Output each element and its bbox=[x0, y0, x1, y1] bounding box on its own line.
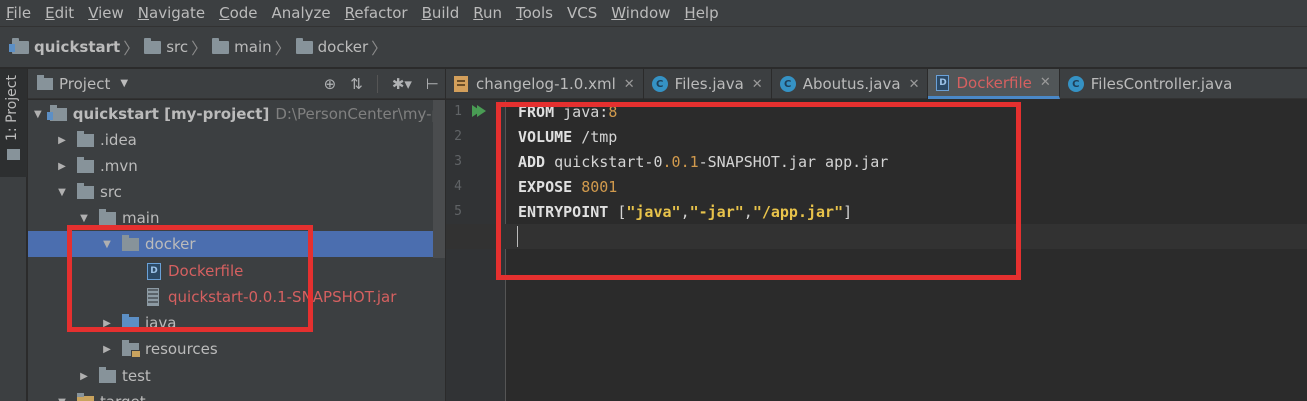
excluded-folder-icon bbox=[77, 392, 94, 401]
menu-vcs[interactable]: VCS bbox=[567, 4, 597, 22]
tab-files-java[interactable]: C Files.java ✕ bbox=[644, 69, 772, 99]
tab-dockerfile[interactable]: D Dockerfile ✕ bbox=[928, 69, 1060, 99]
breadcrumb-item-docker[interactable]: docker bbox=[295, 37, 368, 56]
hide-panel-icon[interactable]: ⊢ bbox=[426, 75, 439, 93]
locate-file-icon[interactable]: ⊕ bbox=[324, 75, 337, 93]
collapsed-arrow-icon[interactable]: ▶ bbox=[77, 371, 91, 382]
folder-icon bbox=[212, 37, 230, 54]
tree-item-src[interactable]: ▼ src bbox=[28, 179, 445, 205]
line-number: 3 bbox=[454, 154, 462, 169]
folder-icon bbox=[99, 208, 116, 225]
collapsed-arrow-icon[interactable]: ▶ bbox=[55, 161, 69, 172]
breadcrumb: quickstart 〉 src 〉 main 〉 docker 〉 bbox=[0, 26, 1307, 68]
breadcrumb-separator-icon: 〉 bbox=[191, 39, 208, 58]
tab-filescontroller-java[interactable]: C FilesController.java bbox=[1060, 69, 1241, 99]
expanded-arrow-icon[interactable]: ▼ bbox=[55, 397, 69, 401]
project-panel-header: Project ▼ ⊕ ⇅ ✱▾ ⊢ bbox=[28, 69, 445, 99]
project-tool-window-button[interactable]: 1: Project bbox=[0, 69, 27, 177]
breadcrumb-separator-icon: 〉 bbox=[371, 39, 388, 58]
breadcrumb-item-main[interactable]: main bbox=[212, 37, 272, 56]
folder-icon bbox=[295, 37, 313, 54]
project-folder-icon bbox=[7, 149, 20, 160]
tree-item-test[interactable]: ▶ test bbox=[28, 363, 445, 389]
menu-analyze[interactable]: Analyze bbox=[272, 4, 331, 22]
menu-build[interactable]: Build bbox=[422, 4, 460, 22]
menu-navigate[interactable]: Navigate bbox=[138, 4, 205, 22]
folder-icon bbox=[77, 156, 94, 173]
line-number: 4 bbox=[454, 179, 462, 194]
folder-icon bbox=[99, 366, 116, 383]
tree-item-idea[interactable]: ▶ .idea bbox=[28, 127, 445, 153]
tree-scrollbar[interactable] bbox=[433, 100, 445, 258]
collapsed-arrow-icon[interactable]: ▶ bbox=[55, 135, 69, 146]
module-folder-icon bbox=[46, 104, 67, 121]
tree-item-resources[interactable]: ▶ resources bbox=[28, 336, 445, 362]
settings-gear-icon[interactable]: ✱▾ bbox=[392, 75, 412, 93]
expanded-arrow-icon[interactable]: ▼ bbox=[55, 187, 69, 198]
menu-view[interactable]: View bbox=[88, 4, 124, 22]
line-number: 5 bbox=[454, 204, 462, 219]
menu-file[interactable]: File bbox=[6, 4, 31, 22]
project-panel-toolbar: ⊕ ⇅ ✱▾ ⊢ bbox=[324, 69, 439, 99]
folder-icon bbox=[77, 182, 94, 199]
highlight-box-code bbox=[496, 102, 1021, 280]
expanded-arrow-icon[interactable]: ▼ bbox=[34, 109, 42, 120]
breadcrumb-item-quickstart[interactable]: quickstart bbox=[9, 37, 120, 56]
collapsed-arrow-icon[interactable]: ▶ bbox=[100, 344, 114, 355]
close-icon[interactable]: ✕ bbox=[752, 77, 763, 92]
dockerfile-icon: D bbox=[936, 74, 950, 91]
class-icon: C bbox=[1067, 76, 1084, 92]
tree-item-quickstart[interactable]: ▼ quickstart [my-project] D:\PersonCente… bbox=[28, 101, 445, 127]
breadcrumb-separator-icon: 〉 bbox=[274, 39, 291, 58]
editor-tabs: changelog-1.0.xml ✕ C Files.java ✕ C Abo… bbox=[446, 69, 1307, 99]
tree-item-target[interactable]: ▼ target bbox=[28, 389, 445, 401]
project-tool-window-label: 1: Project bbox=[4, 75, 20, 141]
view-dropdown-icon[interactable]: ▼ bbox=[120, 78, 128, 89]
menu-tools[interactable]: Tools bbox=[516, 4, 553, 22]
menu-help[interactable]: Help bbox=[684, 4, 718, 22]
resources-folder-icon bbox=[122, 339, 141, 358]
line-number: 1 bbox=[454, 104, 462, 119]
toolbar-divider bbox=[376, 75, 378, 93]
breadcrumb-separator-icon: 〉 bbox=[123, 39, 140, 58]
close-icon[interactable]: ✕ bbox=[1040, 75, 1051, 90]
folder-icon bbox=[77, 130, 94, 147]
menu-refactor[interactable]: Refactor bbox=[345, 4, 408, 22]
menu-edit[interactable]: Edit bbox=[45, 4, 74, 22]
xml-file-icon bbox=[454, 76, 468, 92]
project-folder-icon bbox=[37, 74, 53, 90]
tab-aboutus-java[interactable]: C Aboutus.java ✕ bbox=[772, 69, 929, 99]
line-number: 2 bbox=[454, 129, 462, 144]
tree-item-mvn[interactable]: ▶ .mvn bbox=[28, 153, 445, 179]
run-icon bbox=[477, 105, 486, 117]
class-icon: C bbox=[651, 76, 668, 92]
menu-window[interactable]: Window bbox=[611, 4, 670, 22]
class-icon: C bbox=[779, 76, 796, 92]
highlight-box-tree bbox=[67, 225, 313, 332]
expanded-arrow-icon[interactable]: ▼ bbox=[77, 213, 91, 224]
module-folder-icon bbox=[9, 37, 29, 54]
tool-window-stripe: 1: Project bbox=[0, 69, 27, 401]
menu-run[interactable]: Run bbox=[473, 4, 502, 22]
tab-changelog-xml[interactable]: changelog-1.0.xml ✕ bbox=[446, 69, 644, 99]
close-icon[interactable]: ✕ bbox=[909, 77, 920, 92]
collapse-all-icon[interactable]: ⇅ bbox=[350, 75, 363, 93]
close-icon[interactable]: ✕ bbox=[624, 77, 635, 92]
project-panel-title[interactable]: Project bbox=[59, 75, 110, 93]
menu-bar: File Edit View Navigate Code Analyze Ref… bbox=[0, 0, 1307, 26]
folder-icon bbox=[144, 37, 162, 54]
breadcrumb-item-src[interactable]: src bbox=[144, 37, 188, 56]
menu-code[interactable]: Code bbox=[219, 4, 257, 22]
